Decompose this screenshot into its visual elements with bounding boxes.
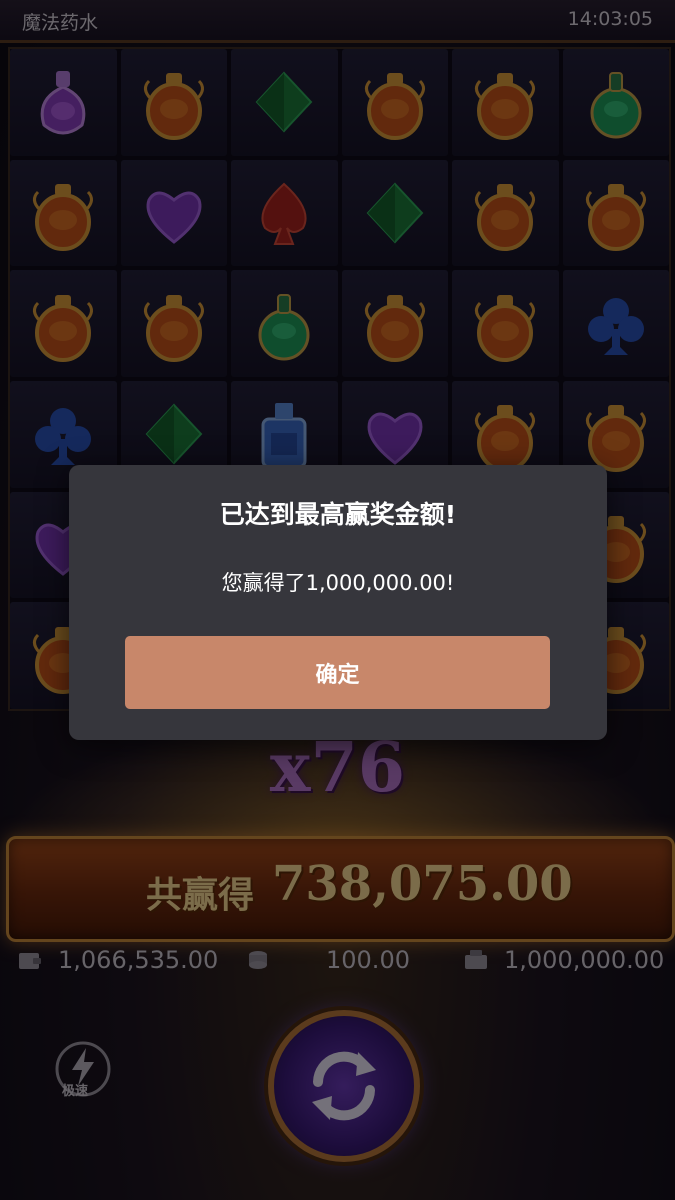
confirm-button[interactable]: 确定 bbox=[125, 636, 550, 709]
max-win-dialog: 已达到最高赢奖金额! 您赢得了1,000,000.00! 确定 bbox=[69, 465, 607, 740]
dialog-message: 您赢得了1,000,000.00! bbox=[221, 571, 455, 595]
dialog-title: 已达到最高赢奖金额! bbox=[219, 500, 457, 529]
